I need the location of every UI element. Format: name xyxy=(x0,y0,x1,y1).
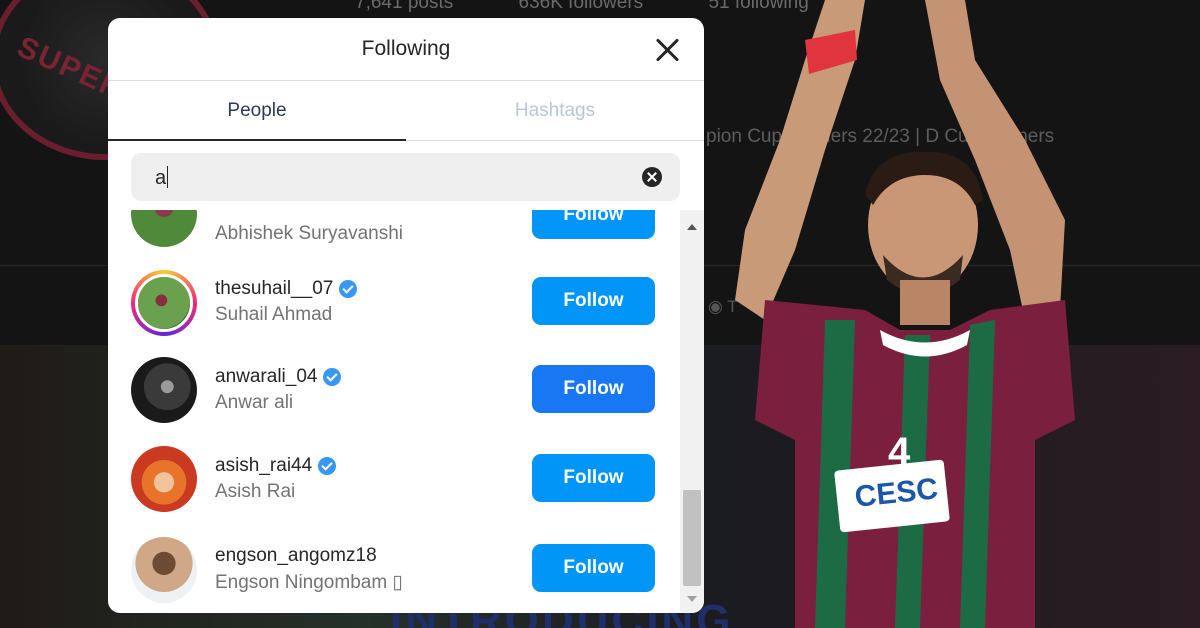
user-handle[interactable]: engson_angomz18 xyxy=(215,545,377,567)
modal-title: Following xyxy=(361,37,451,60)
modal-header: Following xyxy=(108,18,704,81)
follow-button[interactable]: Follow xyxy=(532,210,655,239)
avatar[interactable] xyxy=(131,357,197,423)
list-item: anwarali_04 Anwar ali Follow xyxy=(108,351,680,440)
list-item: asish_rai44 Asish Rai Follow xyxy=(108,440,680,529)
list-item: Abhishek Suryavanshi Follow xyxy=(108,210,680,262)
scroll-thumb[interactable] xyxy=(683,490,701,586)
following-list: Abhishek Suryavanshi Follow thesuhail__0… xyxy=(108,210,680,613)
search-input-value[interactable]: a xyxy=(155,166,169,190)
user-handle[interactable]: asish_rai44 xyxy=(215,455,337,477)
avatar[interactable] xyxy=(131,537,197,603)
user-full-name: Asish Rai xyxy=(215,481,296,502)
search-input[interactable]: a xyxy=(131,153,680,201)
list-item: thesuhail__07 Suhail Ahmad Follow xyxy=(108,262,680,351)
verified-badge-icon xyxy=(318,457,337,475)
scroll-up-arrow-icon[interactable] xyxy=(687,224,697,230)
followers-count: 636K followers xyxy=(518,0,644,13)
follow-button[interactable]: Follow xyxy=(532,544,655,592)
following-tabs: People Hashtags xyxy=(108,81,704,141)
tab-hashtags[interactable]: Hashtags xyxy=(406,81,704,141)
follow-button[interactable]: Follow xyxy=(532,454,655,502)
text-caret xyxy=(167,166,169,188)
avatar[interactable] xyxy=(131,270,197,336)
list-item: engson_angomz18 Engson Ningombam ▯ Follo… xyxy=(108,529,680,613)
follow-button[interactable]: Follow xyxy=(532,365,655,413)
posts-count: 7,641 posts xyxy=(355,0,454,13)
user-full-name: Engson Ningombam ▯ xyxy=(215,572,403,593)
user-handle[interactable]: thesuhail__07 xyxy=(215,278,358,300)
user-full-name: Abhishek Suryavanshi xyxy=(215,223,403,244)
scroll-down-arrow-icon[interactable] xyxy=(687,596,697,602)
user-handle[interactable]: anwarali_04 xyxy=(215,366,342,388)
tab-people[interactable]: People xyxy=(108,81,406,141)
avatar[interactable] xyxy=(131,446,197,512)
verified-badge-icon xyxy=(339,280,358,298)
following-modal: Following People Hashtags a Abhishek Sur… xyxy=(108,18,704,613)
verified-badge-icon xyxy=(323,368,342,386)
user-full-name: Suhail Ahmad xyxy=(215,304,333,325)
svg-text:4: 4 xyxy=(888,430,911,474)
close-icon[interactable] xyxy=(652,35,682,65)
avatar[interactable] xyxy=(131,210,197,247)
user-full-name: Anwar ali xyxy=(215,392,294,413)
clear-search-icon[interactable] xyxy=(642,167,662,187)
player-image: CESC 4 xyxy=(735,0,1075,628)
follow-button[interactable]: Follow xyxy=(532,277,655,325)
list-scrollbar[interactable] xyxy=(680,210,704,613)
